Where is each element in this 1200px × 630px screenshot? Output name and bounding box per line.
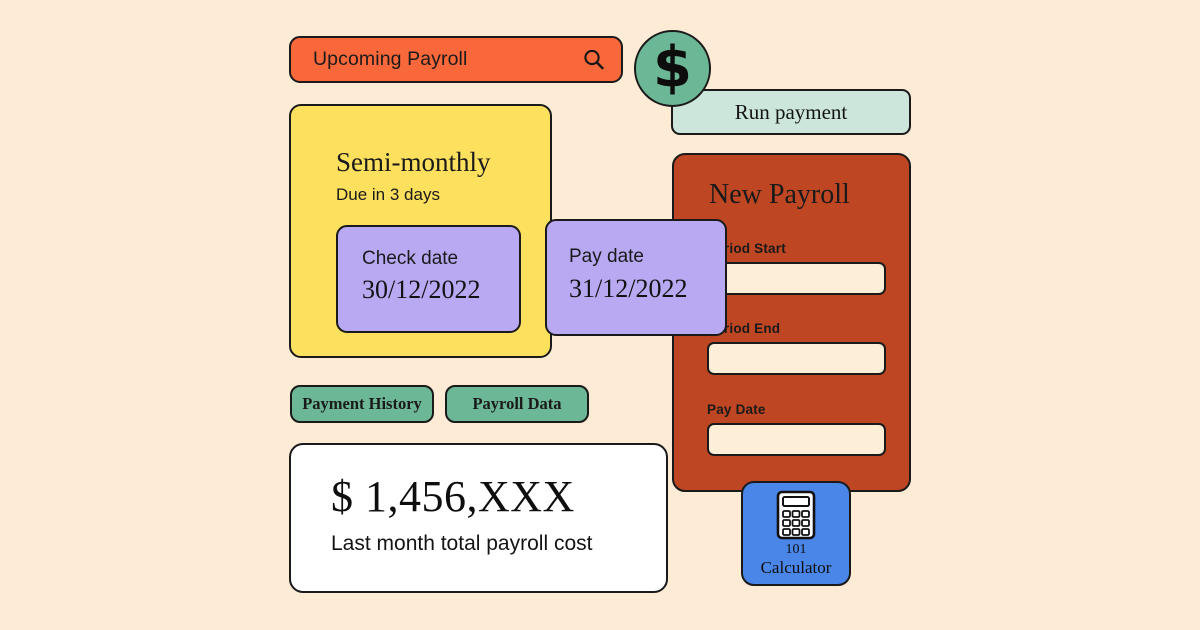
pay-date-input[interactable] <box>707 423 886 456</box>
new-payroll-title: New Payroll <box>709 179 850 210</box>
total-payroll-amount: $ 1,456,XXX <box>331 472 575 521</box>
check-date-value: 30/12/2022 <box>362 275 481 304</box>
total-payroll-caption: Last month total payroll cost <box>331 532 593 555</box>
search-bar[interactable]: Upcoming Payroll <box>289 36 623 83</box>
pay-date-card[interactable]: Pay date 31/12/2022 <box>545 219 727 336</box>
calculator-label: Calculator <box>760 558 832 578</box>
period-end-input[interactable] <box>707 342 886 375</box>
payroll-dashboard-canvas: Upcoming Payroll Run payment $ New Payro… <box>0 0 1200 630</box>
period-start-input[interactable] <box>707 262 886 295</box>
dollar-sign-glyph: $ <box>653 34 692 100</box>
payroll-data-button[interactable]: Payroll Data <box>445 385 589 423</box>
total-payroll-cost-card: $ 1,456,XXX Last month total payroll cos… <box>289 443 668 593</box>
calculator-number: 101 <box>785 542 807 557</box>
dollar-sign-icon[interactable]: $ <box>634 30 711 107</box>
search-input[interactable]: Upcoming Payroll <box>313 48 581 71</box>
search-icon[interactable] <box>581 47 607 73</box>
calculator-button[interactable]: 101 Calculator <box>741 481 851 586</box>
payroll-schedule-title: Semi-monthly <box>336 147 491 177</box>
payment-history-button[interactable]: Payment History <box>290 385 434 423</box>
pay-date-card-value: 31/12/2022 <box>569 274 688 303</box>
check-date-label: Check date <box>362 248 459 269</box>
run-payment-button[interactable]: Run payment <box>671 89 911 135</box>
run-payment-label: Run payment <box>734 99 848 124</box>
pay-date-card-label: Pay date <box>569 246 644 267</box>
calculator-icon <box>774 490 818 540</box>
pay-date-label: Pay Date <box>707 402 766 417</box>
payroll-due-text: Due in 3 days <box>336 185 440 204</box>
check-date-card[interactable]: Check date 30/12/2022 <box>336 225 521 333</box>
